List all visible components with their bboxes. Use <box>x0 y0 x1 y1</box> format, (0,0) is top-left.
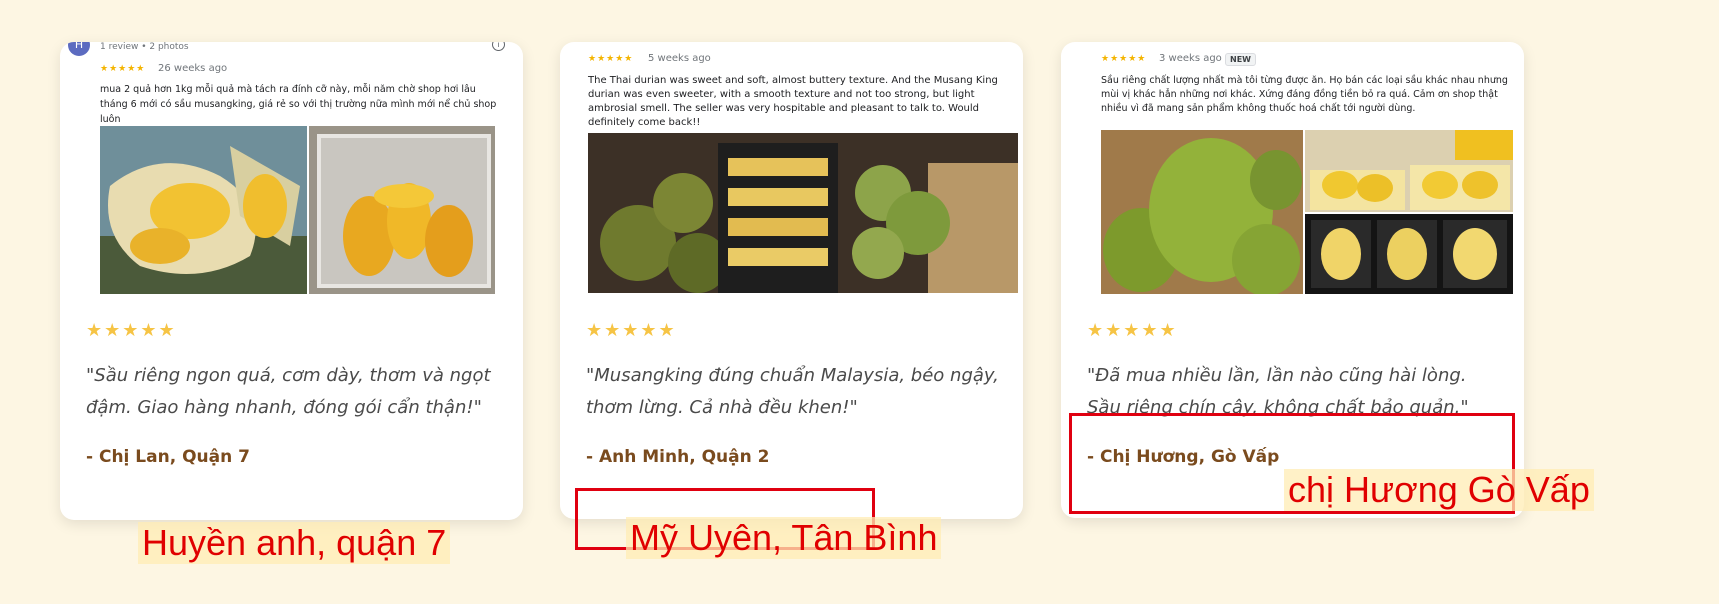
review-meta: 1 review • 2 photos <box>100 42 189 52</box>
info-icon: i <box>492 42 505 51</box>
testimonial-card-2: ★★★★★ 5 weeks ago The Thai durian was sw… <box>560 42 1023 519</box>
testimonial-quote: "Sầu riêng ngon quá, cơm dày, thơm và ng… <box>86 365 491 418</box>
durian-photo-3 <box>588 133 1018 293</box>
review-mini-stars: ★★★★★ <box>588 54 634 64</box>
rating-stars: ★★★★★ <box>1087 320 1178 341</box>
durian-photo-5 <box>1305 130 1513 212</box>
review-screenshot: H 1 review • 2 photos i ★★★★★ 26 weeks a… <box>60 42 523 302</box>
annotation-label-1: Huyền anh, quận 7 <box>138 522 451 564</box>
review-time: 26 weeks ago <box>158 63 228 74</box>
review-text: mua 2 quả hơn 1kg mỗi quả mà tách ra đín… <box>100 84 497 125</box>
rating-stars: ★★★★★ <box>86 320 177 341</box>
durian-photo-2 <box>309 126 495 294</box>
review-mini-stars: ★★★★★ <box>1101 54 1147 64</box>
review-mini-stars: ★★★★★ <box>100 64 146 74</box>
review-time: 3 weeks ago <box>1159 53 1222 64</box>
review-screenshot: ★★★★★ 3 weeks ago NEW Sầu riêng chất lượ… <box>1061 42 1524 302</box>
testimonial-author: - Chị Lan, Quận 7 <box>86 447 250 467</box>
annotation-label-2: Mỹ Uyên, Tân Bình <box>626 517 942 559</box>
testimonial-author: - Anh Minh, Quận 2 <box>586 447 770 467</box>
avatar: H <box>68 42 90 56</box>
testimonial-card-1: H 1 review • 2 photos i ★★★★★ 26 weeks a… <box>60 42 523 520</box>
review-text: Sầu riêng chất lượng nhất mà tôi từng đư… <box>1101 75 1508 114</box>
durian-photo-1 <box>100 126 307 294</box>
rating-stars: ★★★★★ <box>586 320 677 341</box>
review-text: The Thai durian was sweet and soft, almo… <box>588 75 998 128</box>
testimonial-quote: "Musangking đúng chuẩn Malaysia, béo ngậ… <box>586 365 999 418</box>
new-badge: NEW <box>1225 53 1256 66</box>
durian-photo-6 <box>1305 214 1513 294</box>
review-screenshot: ★★★★★ 5 weeks ago The Thai durian was sw… <box>560 42 1023 302</box>
annotation-label-3: chị Hương Gò Vấp <box>1284 469 1594 511</box>
durian-photo-4 <box>1101 130 1303 294</box>
review-time: 5 weeks ago <box>648 53 711 64</box>
